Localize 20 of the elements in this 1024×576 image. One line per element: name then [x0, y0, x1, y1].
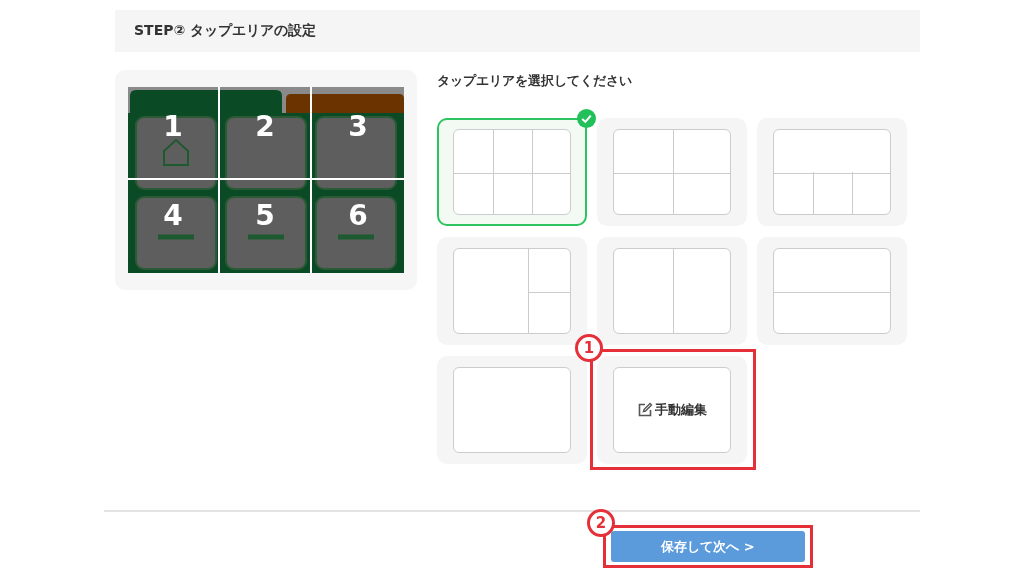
- section-title: STEP② タップエリアの設定: [134, 22, 317, 40]
- layout-option[interactable]: 手動編集: [597, 356, 747, 464]
- tap-zone[interactable]: 6: [312, 180, 404, 273]
- layout-option[interactable]: [437, 356, 587, 464]
- tap-zone[interactable]: 4: [128, 180, 220, 273]
- layout-option[interactable]: [437, 237, 587, 345]
- layout-option[interactable]: [597, 118, 747, 226]
- tap-zone[interactable]: 1: [128, 87, 220, 180]
- layout-option[interactable]: [437, 118, 587, 226]
- tap-zone[interactable]: 2: [220, 87, 312, 180]
- layout-option[interactable]: [597, 237, 747, 345]
- manual-edit-label: 手動編集: [655, 401, 707, 419]
- prompt-text: タップエリアを選択してください: [437, 72, 633, 90]
- tap-zone[interactable]: 5: [220, 180, 312, 273]
- edit-icon: [637, 402, 653, 418]
- tap-zone[interactable]: 3: [312, 87, 404, 180]
- layout-option[interactable]: [757, 118, 907, 226]
- check-icon: [577, 109, 596, 128]
- annotation-number: 2: [587, 509, 615, 537]
- layout-option[interactable]: [757, 237, 907, 345]
